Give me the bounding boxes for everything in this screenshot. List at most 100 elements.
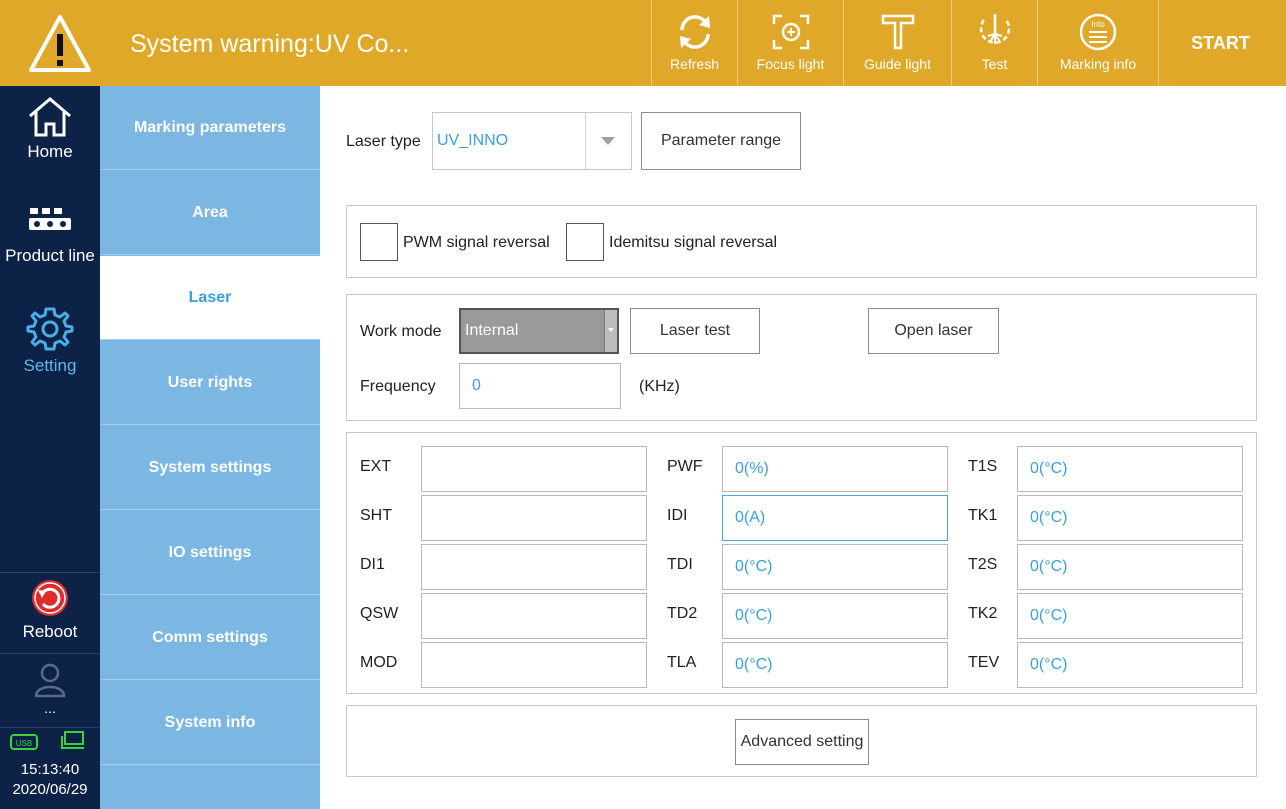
status-ext-label: EXT xyxy=(360,458,392,475)
focus-light-button[interactable]: Focus light xyxy=(737,0,843,86)
frequency-unit: (KHz) xyxy=(639,378,680,395)
status-t2s-value: 0(°C) xyxy=(1030,558,1068,575)
status-td2-field: 0(°C) xyxy=(722,593,948,639)
subnav-marking-parameters[interactable]: Marking parameters xyxy=(100,86,320,170)
marking-info-button[interactable]: Info Marking info xyxy=(1037,0,1158,86)
work-mode-select[interactable]: Internal xyxy=(459,308,619,354)
subnav-system-settings[interactable]: System settings xyxy=(100,426,320,510)
test-label: Test xyxy=(981,56,1008,72)
guide-light-button[interactable]: Guide light xyxy=(843,0,951,86)
guide-light-label: Guide light xyxy=(864,56,931,72)
gear-icon xyxy=(26,307,74,351)
status-qsw-label: QSW xyxy=(360,605,399,622)
advanced-setting-button[interactable]: Advanced setting xyxy=(735,719,869,765)
parameter-range-button[interactable]: Parameter range xyxy=(641,112,801,170)
window-right-edge xyxy=(1280,86,1286,809)
subnav-user-rights[interactable]: User rights xyxy=(100,341,320,425)
pwm-signal-reversal-label: PWM signal reversal xyxy=(403,234,550,251)
status-tev-field: 0(°C) xyxy=(1017,642,1243,688)
idemitsu-signal-reversal-label: Idemitsu signal reversal xyxy=(609,234,778,251)
status-idi-label: IDI xyxy=(667,507,688,524)
status-mod-field xyxy=(421,642,647,688)
laser-type-label: Laser type xyxy=(346,133,421,150)
frequency-label: Frequency xyxy=(360,378,436,395)
idemitsu-signal-reversal-checkbox[interactable] xyxy=(566,223,604,261)
reboot-icon xyxy=(32,580,68,616)
start-button[interactable]: START xyxy=(1158,0,1282,86)
nav-product-line[interactable]: Product line xyxy=(0,204,100,266)
subnav-system-info[interactable]: System info xyxy=(100,681,320,765)
subnav-area[interactable]: Area xyxy=(100,171,320,255)
nav-home[interactable]: Home xyxy=(0,96,100,162)
refresh-label: Refresh xyxy=(669,56,720,72)
status-qsw-field xyxy=(421,593,647,639)
marking-info-label: Marking info xyxy=(1059,56,1137,72)
status-t1s-field: 0(°C) xyxy=(1017,446,1243,492)
status-idi-value: 0(A) xyxy=(735,509,766,526)
status-tk1-field: 0(°C) xyxy=(1017,495,1243,541)
marking-info-icon: Info xyxy=(1079,13,1117,51)
status-t1s-value: 0(°C) xyxy=(1030,460,1068,477)
left-nav: Home Product line Setting Reboot ... USB… xyxy=(0,86,100,809)
status-di1-field xyxy=(421,544,647,590)
status-td2-label: TD2 xyxy=(667,605,698,622)
refresh-icon xyxy=(679,15,710,49)
chevron-down-icon xyxy=(601,137,615,145)
test-button[interactable]: Test xyxy=(951,0,1037,86)
laser-test-button[interactable]: Laser test xyxy=(630,308,760,354)
focus-light-label: Focus light xyxy=(756,56,825,72)
home-icon xyxy=(29,97,71,137)
nav-home-label: Home xyxy=(27,142,73,161)
status-pwf-value: 0(%) xyxy=(735,460,769,477)
warning-icon xyxy=(29,15,91,72)
select-divider xyxy=(585,113,586,169)
product-line-icon xyxy=(29,208,71,230)
status-sht-label: SHT xyxy=(360,507,392,524)
status-tk2-field: 0(°C) xyxy=(1017,593,1243,639)
subnav-comm-settings[interactable]: Comm settings xyxy=(100,596,320,680)
status-tk2-label: TK2 xyxy=(968,605,998,622)
nav-setting[interactable]: Setting xyxy=(0,306,100,376)
focus-light-icon xyxy=(772,14,809,50)
nav-reboot-label: Reboot xyxy=(22,622,78,641)
status-idi-field: 0(A) xyxy=(722,495,948,541)
clock: 15:13:40 2020/06/29 xyxy=(0,760,100,800)
work-mode-dropdown-arrow xyxy=(604,310,617,352)
laser-type-value: UV_INNO xyxy=(437,132,509,149)
nav-divider xyxy=(0,572,100,573)
clock-date: 2020/06/29 xyxy=(12,781,88,798)
nav-divider xyxy=(0,727,100,728)
subnav-io-settings[interactable]: IO settings xyxy=(100,511,320,595)
status-tk1-label: TK1 xyxy=(968,507,998,524)
subnav-laser[interactable]: Laser xyxy=(100,256,320,340)
guide-light-icon xyxy=(881,14,914,50)
status-ext-field xyxy=(421,446,647,492)
test-icon xyxy=(979,14,1010,44)
nav-user[interactable]: ... xyxy=(0,662,100,716)
nav-user-label: ... xyxy=(44,700,56,716)
status-pwf-label: PWF xyxy=(667,458,703,475)
status-tdi-field: 0(°C) xyxy=(722,544,948,590)
laser-type-select[interactable]: UV_INNO xyxy=(432,112,632,170)
status-di1-label: DI1 xyxy=(360,556,385,573)
frequency-value: 0 xyxy=(472,377,481,394)
status-tdi-label: TDI xyxy=(667,556,693,573)
open-laser-button[interactable]: Open laser xyxy=(868,308,999,354)
status-tev-value: 0(°C) xyxy=(1030,656,1068,673)
warning-title: System warning:UV Co... xyxy=(130,30,410,58)
work-mode-value: Internal xyxy=(465,322,519,339)
status-pwf-field: 0(%) xyxy=(722,446,948,492)
status-mod-label: MOD xyxy=(360,654,398,671)
status-t2s-label: T2S xyxy=(968,556,998,573)
status-tk1-value: 0(°C) xyxy=(1030,509,1068,526)
clock-time: 15:13:40 xyxy=(20,761,80,778)
user-icon xyxy=(34,663,66,698)
work-mode-label: Work mode xyxy=(360,323,442,340)
nav-product-line-label: Product line xyxy=(5,246,95,265)
top-bar: System warning:UV Co... Refresh Focus li… xyxy=(0,0,1286,86)
laser-settings-panel: Laser type UV_INNO Parameter range PWM s… xyxy=(320,86,1286,809)
frequency-input[interactable]: 0 xyxy=(459,363,621,409)
refresh-button[interactable]: Refresh xyxy=(651,0,737,86)
pwm-signal-reversal-checkbox[interactable] xyxy=(360,223,398,261)
nav-reboot[interactable]: Reboot xyxy=(0,578,100,642)
